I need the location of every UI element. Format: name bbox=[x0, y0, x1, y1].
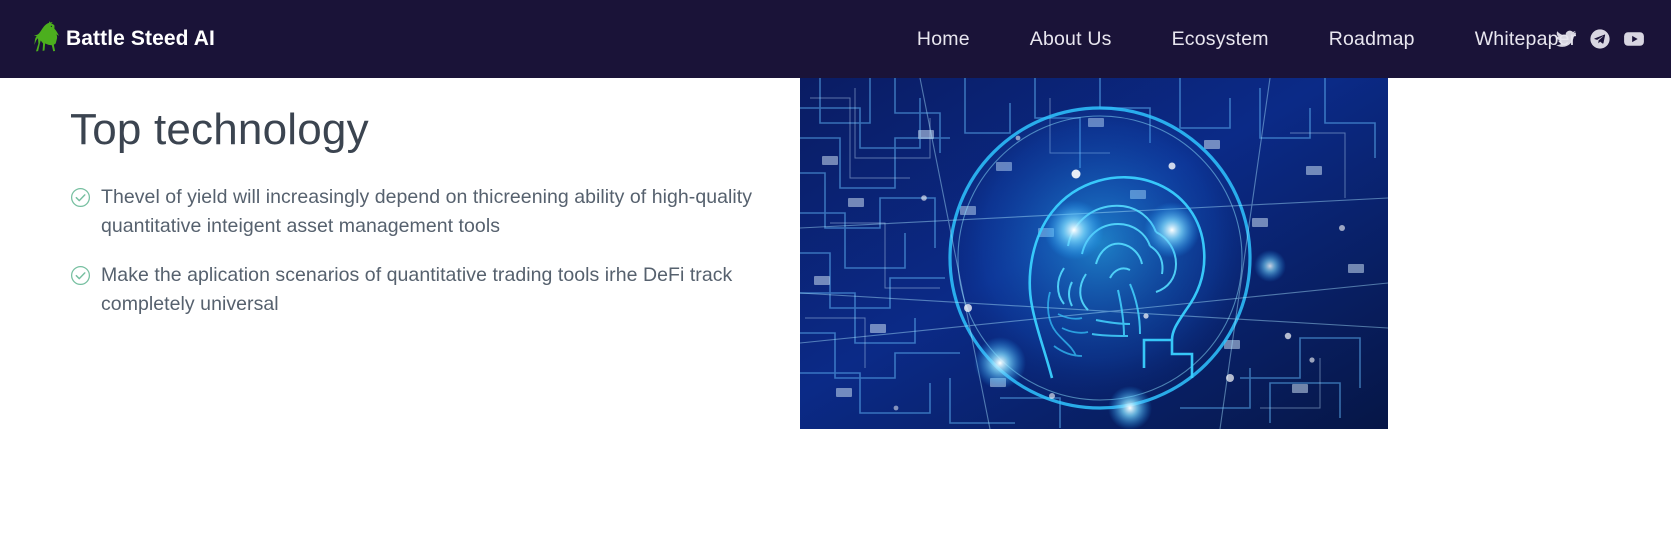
nav-item-about-us[interactable]: About Us bbox=[1000, 28, 1142, 51]
page-title: Top technology bbox=[70, 105, 369, 154]
nav-item-roadmap[interactable]: Roadmap bbox=[1299, 28, 1445, 51]
site-header: Battle Steed AI Home About Us Ecosystem … bbox=[0, 0, 1671, 78]
social-links bbox=[1555, 28, 1645, 50]
nav-item-home[interactable]: Home bbox=[887, 28, 1000, 51]
feature-item: Make the aplication scenarios of quantit… bbox=[70, 261, 770, 320]
rearing-horse-icon bbox=[30, 20, 64, 58]
nav-item-ecosystem[interactable]: Ecosystem bbox=[1142, 28, 1299, 51]
hero-image-ai-brain-circuit bbox=[800, 78, 1388, 429]
check-circle-icon bbox=[70, 265, 91, 286]
feature-text: Thevel of yield will increasingly depend… bbox=[101, 185, 753, 237]
telegram-icon[interactable] bbox=[1589, 28, 1611, 50]
brand-name: Battle Steed AI bbox=[66, 27, 215, 50]
twitter-icon[interactable] bbox=[1555, 28, 1577, 50]
media-column bbox=[800, 78, 1671, 536]
feature-text: Make the aplication scenarios of quantit… bbox=[101, 264, 733, 316]
main-navigation: Home About Us Ecosystem Roadmap Whitepap… bbox=[887, 28, 1606, 51]
text-column: Top technology Thevel of yield will incr… bbox=[0, 78, 800, 536]
brand-logo[interactable]: Battle Steed AI bbox=[30, 20, 215, 58]
check-circle-icon bbox=[70, 187, 91, 208]
feature-list: Thevel of yield will increasingly depend… bbox=[70, 183, 800, 320]
top-technology-section: Top technology Thevel of yield will incr… bbox=[0, 78, 1671, 536]
feature-item: Thevel of yield will increasingly depend… bbox=[70, 183, 770, 242]
youtube-icon[interactable] bbox=[1623, 28, 1645, 50]
